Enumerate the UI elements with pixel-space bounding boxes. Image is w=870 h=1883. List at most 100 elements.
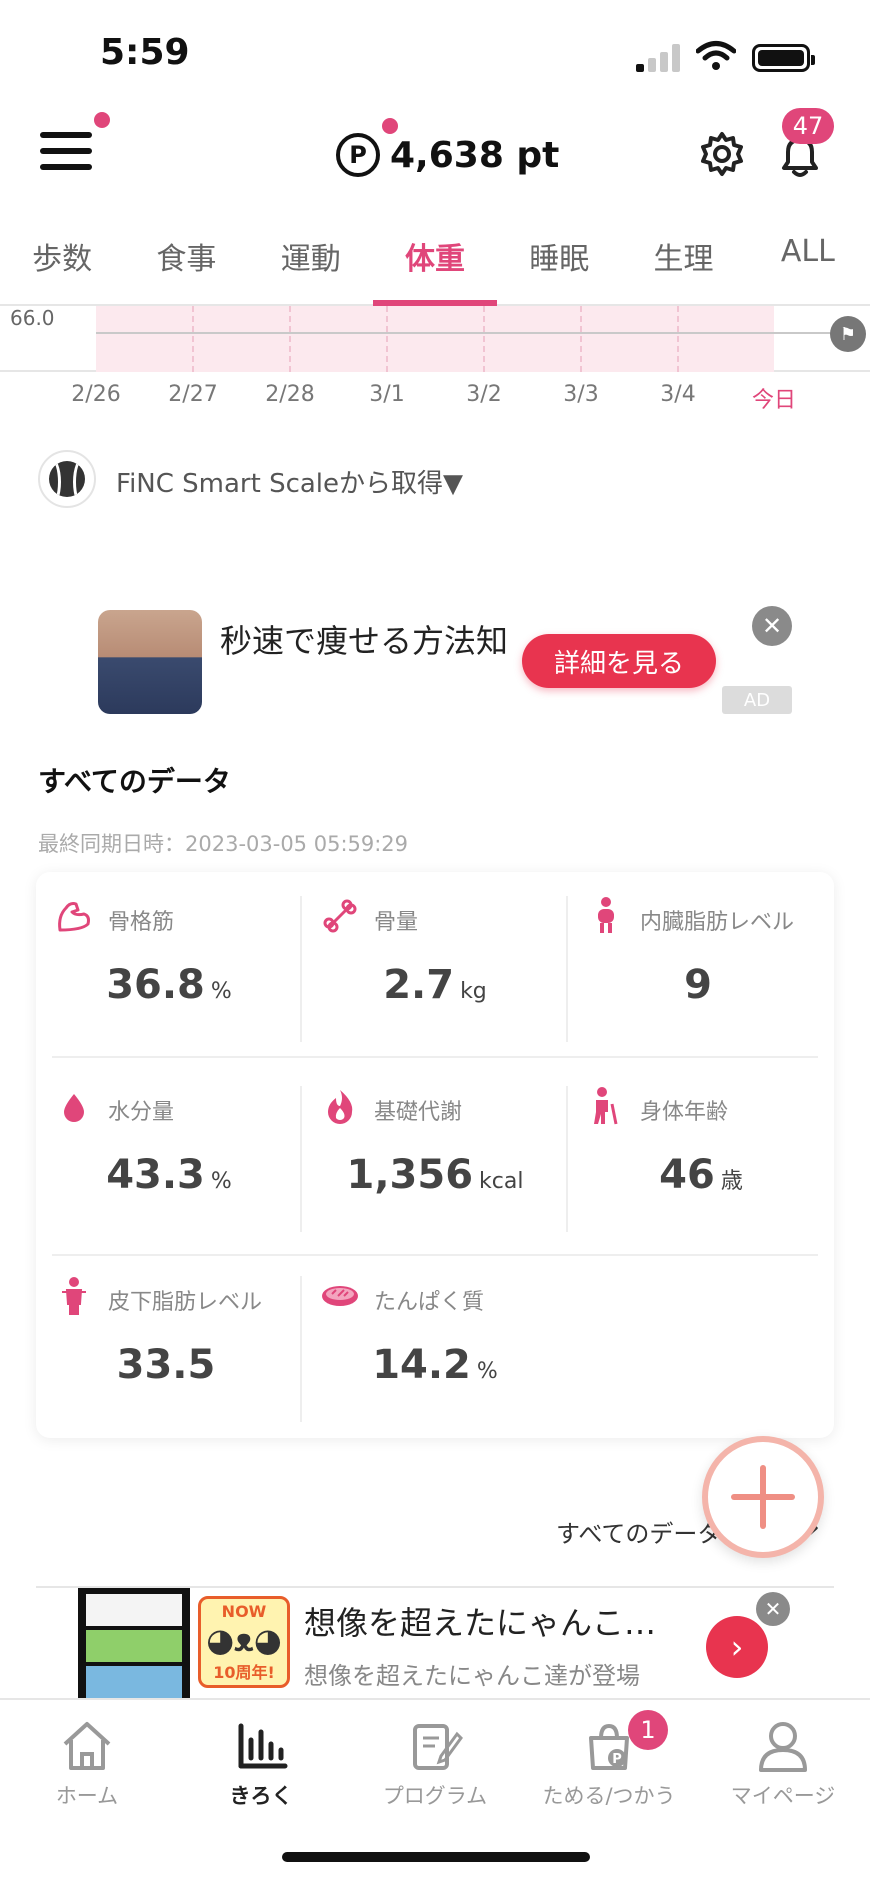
tab-all[interactable]: ALL (746, 228, 870, 304)
nav-mypage[interactable]: マイページ (696, 1718, 870, 1818)
muscle-icon (54, 896, 94, 936)
metric-value: 9 (684, 962, 712, 1008)
game-logo-top: NOW (221, 1601, 267, 1621)
chart-x-label: 2/26 (71, 382, 121, 407)
ad-close-icon[interactable]: ✕ (752, 606, 792, 646)
metric-basal-metabolism[interactable]: 基礎代謝 1,356 kcal (302, 1062, 568, 1252)
metric-value: 2.7 (383, 962, 455, 1008)
metric-value: 1,356 (346, 1152, 474, 1198)
ad-thumbnail[interactable] (98, 610, 202, 714)
status-time: 5:59 (100, 32, 190, 73)
metric-protein[interactable]: たんぱく質 14.2% (302, 1252, 568, 1442)
ad-badge: AD (722, 686, 792, 714)
home-indicator[interactable] (282, 1852, 590, 1862)
points-display[interactable]: P 4,638 pt (336, 130, 559, 180)
all-data-link[interactable]: すべてのデータ (556, 1514, 721, 1549)
chart-x-label: 3/4 (660, 382, 696, 407)
ad-title[interactable]: 秒速で痩せる方法知 (220, 616, 510, 662)
tab-steps[interactable]: 歩数 (0, 228, 124, 304)
notification-count-badge: 47 (782, 108, 834, 144)
visceral-fat-icon (586, 896, 626, 936)
chart-x-axis: 2/26 2/27 2/28 3/1 3/2 3/3 3/4 今日 (0, 382, 870, 413)
plus-icon (731, 1465, 795, 1529)
divider (566, 1086, 568, 1232)
points-value: 4,638 pt (390, 134, 560, 176)
battery-icon (752, 44, 815, 72)
metric-bone-mass[interactable]: 骨量 2.7 kg (302, 872, 568, 1062)
chart-x-label: 2/28 (265, 382, 315, 407)
chart-y-label: 66.0 (10, 306, 55, 330)
tab-period[interactable]: 生理 (621, 228, 745, 304)
metric-visceral-fat[interactable]: 内臓脂肪レベル 9 (568, 872, 834, 1062)
tab-sleep[interactable]: 睡眠 (497, 228, 621, 304)
metric-unit: kg (460, 979, 487, 1004)
metric-skeletal-muscle[interactable]: 骨格筋 36.8% (36, 872, 302, 1062)
points-icon: P (336, 133, 380, 177)
ad-title[interactable]: 想像を超えたにゃんこ… (304, 1598, 704, 1644)
section-title: すべてのデータ (38, 765, 231, 798)
nav-points[interactable]: P 1 ためる/つかう (522, 1710, 696, 1818)
nav-program[interactable]: プログラム (348, 1718, 522, 1818)
divider (300, 1086, 302, 1232)
divider (300, 896, 302, 1042)
metric-water[interactable]: 水分量 43.3% (36, 1062, 302, 1252)
body-age-icon (586, 1086, 626, 1126)
ad-close-icon[interactable]: ✕ (756, 1592, 790, 1626)
metric-body-age[interactable]: 身体年齢 46 歳 (568, 1062, 834, 1252)
data-source-selector[interactable]: FiNC Smart Scaleから取得▼ (116, 463, 463, 500)
ad-subtitle[interactable]: 想像を超えたにゃんこ達が登場 (304, 1656, 704, 1691)
game-logo[interactable]: NOW ◕ᴥ◕ 10周年! (198, 1596, 290, 1688)
nav-badge: 1 (628, 1710, 668, 1750)
chart-x-label: 3/3 (563, 382, 599, 407)
category-tabs: 歩数 食事 運動 体重 睡眠 生理 ALL (0, 228, 870, 306)
points-notification-dot (382, 118, 398, 134)
divider (52, 1056, 818, 1058)
ad-details-button[interactable]: 詳細を見る (522, 634, 716, 688)
nav-label: ためる/つかう (542, 1784, 676, 1808)
metric-label: たんぱく質 (374, 1290, 485, 1315)
goal-flag-icon[interactable]: ⚑ (830, 316, 866, 352)
wifi-icon (695, 40, 737, 72)
menu-button[interactable] (40, 128, 92, 174)
svg-text:P: P (612, 1752, 622, 1767)
chart-range-area (96, 306, 774, 372)
chart-icon (231, 1718, 291, 1774)
nav-label: ホーム (55, 1784, 119, 1808)
metric-label: 基礎代謝 (374, 1100, 463, 1125)
divider (52, 1254, 818, 1256)
tab-meal[interactable]: 食事 (124, 228, 248, 304)
metric-unit: 歳 (720, 1169, 743, 1194)
metric-subcutaneous-fat[interactable]: 皮下脂肪レベル 33.5 (36, 1252, 302, 1442)
divider (300, 1276, 302, 1422)
water-drop-icon (54, 1086, 94, 1126)
tab-weight[interactable]: 体重 (372, 228, 498, 306)
nav-records[interactable]: きろく (174, 1718, 348, 1818)
body-metrics-card: 骨格筋 36.8% 骨量 2.7 kg 内臓脂肪レベル 9 水分量 43.3% 基… (36, 872, 834, 1438)
nav-label: マイページ (730, 1784, 836, 1808)
nav-label: きろく (229, 1784, 293, 1808)
person-icon (753, 1718, 813, 1774)
metric-label: 骨格筋 (108, 910, 175, 935)
chart-x-label: 3/2 (466, 382, 502, 407)
metric-value: 43.3 (106, 1152, 205, 1198)
tab-exercise[interactable]: 運動 (249, 228, 373, 304)
last-sync-time: 最終同期日時：2023-03-05 05:59:29 (38, 832, 409, 856)
metric-label: 水分量 (108, 1100, 175, 1125)
smart-scale-icon (38, 450, 96, 508)
chart-x-label-today: 今日 (751, 388, 797, 413)
nav-home[interactable]: ホーム (0, 1718, 174, 1818)
metric-value: 46 (659, 1152, 715, 1198)
metric-label: 内臓脂肪レベル (640, 910, 795, 935)
ad-open-arrow-icon[interactable]: › (706, 1616, 768, 1678)
metric-label: 皮下脂肪レベル (108, 1290, 263, 1315)
home-icon (57, 1718, 117, 1774)
settings-gear-icon[interactable] (698, 130, 746, 178)
game-logo-bottom: 10周年! (213, 1662, 275, 1682)
add-record-button[interactable] (702, 1436, 824, 1558)
metric-label: 骨量 (374, 910, 419, 935)
weight-chart[interactable]: 66.0 ⚑ (0, 306, 870, 372)
meat-icon (320, 1276, 360, 1316)
cellular-signal-icon (636, 42, 680, 72)
chart-goal-line (96, 332, 848, 334)
ad-video-thumbnail[interactable] (78, 1588, 190, 1700)
